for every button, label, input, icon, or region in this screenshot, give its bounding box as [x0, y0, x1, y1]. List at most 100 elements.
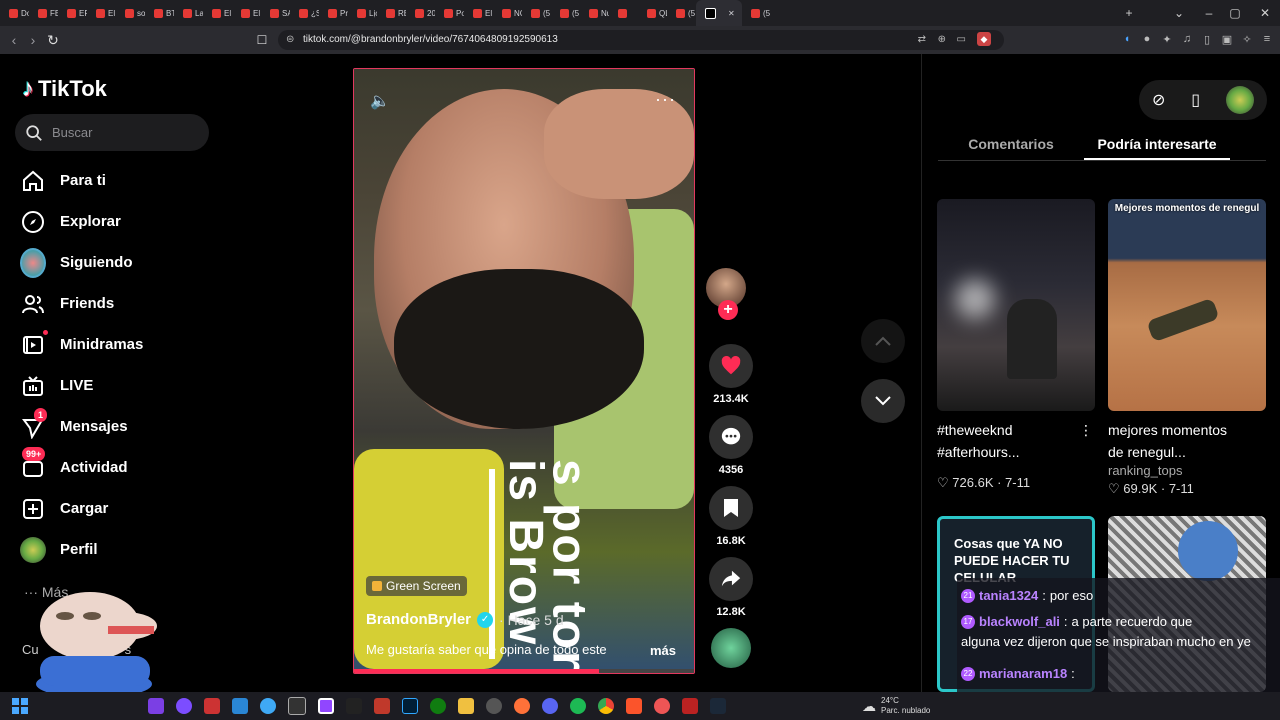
sidebar-item-live[interactable]: LIVE — [20, 365, 220, 406]
tiktok-logo[interactable]: ♪ TikTok — [22, 75, 107, 103]
reload-icon[interactable]: ↻ — [44, 31, 62, 49]
follow-plus-icon[interactable]: + — [718, 300, 738, 320]
browser-tab[interactable]: Do — [0, 0, 29, 26]
comment-action[interactable]: 4356 — [706, 415, 756, 476]
author-name[interactable]: BrandonBryler — [366, 611, 471, 628]
sidebar-item-friends[interactable]: Friends — [20, 283, 220, 324]
tab-comentarios[interactable]: Comentarios — [938, 128, 1084, 160]
new-tab-button[interactable]: + — [1116, 0, 1142, 26]
start-windows-icon[interactable] — [12, 698, 28, 714]
sidebar-item-explorar[interactable]: Explorar — [20, 201, 220, 242]
bookmark-icon[interactable] — [709, 486, 753, 530]
bookmark-icon[interactable]: ☐ — [253, 31, 271, 49]
cast-icon[interactable]: ▭ — [957, 30, 966, 50]
extension-icon-2[interactable]: ✦ — [1160, 32, 1174, 46]
sidebar-item-cargar[interactable]: Cargar — [20, 488, 220, 529]
next-video-button[interactable] — [861, 379, 905, 423]
translate-icon[interactable]: ⇄ — [918, 30, 926, 50]
forward-icon[interactable]: › — [24, 31, 42, 49]
sidebar-item-siguiendo[interactable]: Siguiendo — [20, 242, 220, 283]
browser-tab[interactable]: El — [232, 0, 261, 26]
sidebar-item-perfil[interactable]: Perfil — [20, 529, 220, 570]
taskbar-app-icon[interactable] — [288, 697, 306, 715]
taskbar-app-icon[interactable] — [176, 698, 192, 714]
browser-tab[interactable]: FE — [29, 0, 58, 26]
phone-icon[interactable]: ▯ — [1191, 90, 1200, 110]
share-action[interactable]: 12.8K — [706, 557, 756, 618]
browser-tab[interactable]: EP — [58, 0, 87, 26]
browser-tab[interactable]: ✕ — [696, 0, 742, 26]
browser-tab[interactable]: 20 — [406, 0, 435, 26]
taskbar-app-icon[interactable] — [148, 698, 164, 714]
search-input[interactable] — [50, 124, 194, 141]
browser-tab[interactable]: RE — [377, 0, 406, 26]
browser-tab[interactable]: El — [203, 0, 232, 26]
taskbar-discord-icon[interactable] — [542, 698, 558, 714]
taskbar-app-icon[interactable] — [654, 698, 670, 714]
music-icon[interactable]: ♫ — [1180, 32, 1194, 46]
taskbar-folder-icon[interactable] — [458, 698, 474, 714]
taskbar-chrome-icon[interactable] — [598, 698, 614, 714]
sidebar-toggle-icon[interactable]: ▯ — [1200, 32, 1214, 46]
weather-widget[interactable]: ☁ 24°C Parc. nublado — [862, 692, 930, 720]
browser-tab[interactable]: SA — [261, 0, 290, 26]
recommended-card[interactable]: #theweeknd ⋮ #afterhours... ♡ 726.6K · 7-1… — [937, 199, 1095, 491]
previous-video-button[interactable] — [861, 319, 905, 363]
zoom-icon[interactable]: ⊕ — [938, 30, 946, 50]
taskbar-app-icon[interactable] — [204, 698, 220, 714]
browser-tab[interactable]: QL — [638, 0, 667, 26]
taskbar-app-icon[interactable] — [260, 698, 276, 714]
extension-audio-icon[interactable]: ◖ — [1120, 32, 1134, 46]
creator-avatar[interactable]: + — [706, 268, 746, 320]
taskbar-steam-icon[interactable] — [710, 698, 726, 714]
video-player[interactable]: s por tor is Brow 🔈 ··· Green Screen Bra… — [353, 68, 695, 674]
taskbar-brave-icon[interactable] — [626, 698, 642, 714]
back-icon[interactable]: ‹ — [5, 31, 23, 49]
browser-tab[interactable]: Po — [435, 0, 464, 26]
taskbar-app-icon[interactable] — [682, 698, 698, 714]
comment-icon[interactable] — [709, 415, 753, 459]
leo-ai-icon[interactable]: ✧ — [1240, 32, 1254, 46]
card-thumbnail[interactable] — [937, 199, 1095, 411]
browser-tab[interactable]: Pro — [319, 0, 348, 26]
browser-tab[interactable]: NC — [493, 0, 522, 26]
sound-disc[interactable] — [706, 628, 756, 668]
brave-shield-icon[interactable]: ◆ — [977, 32, 991, 46]
volume-icon[interactable]: 🔈 — [370, 91, 390, 111]
browser-tab[interactable]: El — [87, 0, 116, 26]
taskbar-spotify-icon[interactable] — [570, 698, 586, 714]
coin-icon[interactable]: ⊘ — [1152, 90, 1165, 110]
browser-tab[interactable]: sor — [116, 0, 145, 26]
recommended-card[interactable]: Mejores momentos de renegul mejores mome… — [1108, 199, 1266, 497]
taskbar-app-icon[interactable] — [232, 698, 248, 714]
search-box[interactable] — [15, 114, 209, 151]
minimize-icon[interactable]: – — [1196, 0, 1222, 26]
browser-tab[interactable]: (5 — [667, 0, 696, 26]
sidebar-item-actividad[interactable]: 99+ Actividad — [20, 446, 220, 488]
browser-tab[interactable]: La — [174, 0, 203, 26]
like-action[interactable]: 213.4K — [706, 344, 756, 405]
green-screen-tag[interactable]: Green Screen — [366, 576, 467, 596]
video-progress-bar[interactable] — [354, 669, 694, 673]
wallet-icon[interactable]: ▣ — [1220, 32, 1234, 46]
tab-podria-interesarte[interactable]: Podría interesarte — [1084, 128, 1230, 160]
save-action[interactable]: 16.8K — [706, 486, 756, 547]
sidebar-item-mensajes[interactable]: 1 Mensajes — [20, 406, 220, 447]
taskbar-app-icon[interactable] — [486, 698, 502, 714]
taskbar-firefox-icon[interactable] — [514, 698, 530, 714]
taskbar-app-icon[interactable] — [346, 698, 362, 714]
card-username[interactable]: ranking_tops — [1108, 463, 1266, 478]
menu-icon[interactable]: ≡ — [1260, 32, 1274, 46]
browser-tab[interactable]: (5 — [742, 0, 771, 26]
site-info-icon[interactable]: ⊜ — [286, 30, 294, 50]
card-options-icon[interactable]: ⋮ — [1079, 419, 1093, 441]
taskbar-photoshop-icon[interactable] — [402, 698, 418, 714]
share-arrow-icon[interactable] — [709, 557, 753, 601]
browser-tab[interactable]: ¿S — [290, 0, 319, 26]
taskbar-twitch-icon[interactable] — [318, 698, 334, 714]
tab-list-icon[interactable]: ⌄ — [1166, 0, 1192, 26]
extension-icon-1[interactable]: ● — [1140, 32, 1154, 46]
description-more-link[interactable]: más — [650, 643, 676, 658]
user-avatar[interactable] — [1226, 86, 1255, 114]
video-options-icon[interactable]: ··· — [655, 89, 676, 110]
